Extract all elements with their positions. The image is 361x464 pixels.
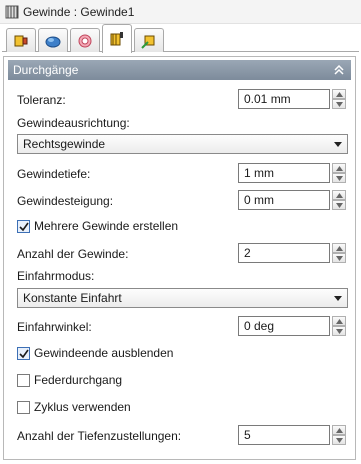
- einfahrmodus-label: Einfahrmodus:: [17, 269, 95, 283]
- tab-3[interactable]: [70, 28, 100, 52]
- spin-down-icon[interactable]: [332, 326, 346, 336]
- spin-up-icon[interactable]: [332, 243, 346, 253]
- thread-feature-icon: [14, 35, 28, 46]
- tiefe-label: Gewindetiefe:: [17, 167, 91, 181]
- toleranz-spinner[interactable]: 0.01 mm: [238, 89, 348, 109]
- spin-down-icon[interactable]: [332, 435, 346, 445]
- pink-rings-icon: [78, 34, 92, 47]
- tiefe-spinner[interactable]: 1 mm: [238, 163, 348, 183]
- federdurchgang-label: Federdurchgang: [34, 373, 123, 387]
- gewindeende-ausblenden-checkbox[interactable]: Gewindeende ausblenden: [17, 345, 173, 361]
- spin-up-icon[interactable]: [332, 316, 346, 326]
- toleranz-input[interactable]: 0.01 mm: [238, 89, 330, 109]
- blue-swirl-icon: [45, 36, 61, 47]
- properties-panel: Durchgänge Toleranz: 0.01 mm Gewindeausr…: [3, 56, 356, 460]
- zyklus-verwenden-label: Zyklus verwenden: [34, 400, 131, 414]
- spin-down-icon[interactable]: [332, 253, 346, 263]
- tab-1[interactable]: [6, 28, 36, 52]
- tiefenzustellungen-input[interactable]: 5: [238, 425, 330, 445]
- einfahrwinkel-label: Einfahrwinkel:: [17, 320, 92, 334]
- tiefenzustellungen-label: Anzahl der Tiefenzustellungen:: [17, 429, 182, 443]
- thread-yellow-icon: [110, 32, 123, 46]
- einfahrwinkel-input[interactable]: 0 deg: [238, 316, 330, 336]
- spin-down-icon[interactable]: [332, 200, 346, 210]
- zyklus-verwenden-checkbox[interactable]: Zyklus verwenden: [17, 399, 131, 415]
- section-title: Durchgänge: [13, 63, 79, 77]
- checkbox-checked-icon[interactable]: [17, 219, 30, 233]
- tab-strip: [2, 24, 359, 53]
- ausrichtung-dropdown[interactable]: Rechtsgewinde: [17, 134, 348, 154]
- steigung-input[interactable]: 0 mm: [238, 190, 330, 210]
- mehrere-gewinde-checkbox[interactable]: Mehrere Gewinde erstellen: [17, 218, 178, 234]
- title-bar: Gewinde : Gewinde1: [0, 0, 361, 24]
- chevron-down-icon: [334, 296, 342, 301]
- einfahrmodus-dropdown[interactable]: Konstante Einfahrt: [17, 288, 348, 308]
- spin-up-icon[interactable]: [332, 163, 346, 173]
- checkbox-unchecked-icon[interactable]: [17, 400, 30, 414]
- anzahl-label: Anzahl der Gewinde:: [17, 247, 129, 261]
- toleranz-label: Toleranz:: [17, 93, 66, 107]
- spin-down-icon[interactable]: [332, 173, 346, 183]
- double-chevron-up-icon[interactable]: [331, 62, 347, 78]
- anzahl-spinner[interactable]: 2: [238, 243, 348, 263]
- steigung-label: Gewindesteigung:: [17, 194, 114, 208]
- tiefenzustellungen-spinner[interactable]: 5: [238, 425, 348, 445]
- anzahl-input[interactable]: 2: [238, 243, 330, 263]
- checkbox-checked-icon[interactable]: [17, 346, 30, 360]
- checkbox-unchecked-icon[interactable]: [17, 373, 30, 387]
- thread-green-icon: [141, 35, 155, 49]
- section-header[interactable]: Durchgänge: [8, 60, 351, 80]
- spin-up-icon[interactable]: [332, 89, 346, 99]
- gewindeende-ausblenden-label: Gewindeende ausblenden: [34, 346, 174, 360]
- spin-up-icon[interactable]: [332, 190, 346, 200]
- einfahrmodus-value: Konstante Einfahrt: [23, 291, 122, 305]
- spin-up-icon[interactable]: [332, 425, 346, 435]
- tab-4[interactable]: [102, 24, 132, 53]
- thread-feature-icon: [5, 5, 19, 18]
- ausrichtung-value: Rechtsgewinde: [23, 137, 106, 151]
- einfahrwinkel-spinner[interactable]: 0 deg: [238, 316, 348, 336]
- ausrichtung-label: Gewindeausrichtung:: [17, 116, 130, 130]
- spin-down-icon[interactable]: [332, 99, 346, 109]
- federdurchgang-checkbox[interactable]: Federdurchgang: [17, 372, 122, 388]
- window-title: Gewinde : Gewinde1: [23, 4, 135, 19]
- tab-2[interactable]: [38, 28, 68, 52]
- chevron-down-icon: [334, 142, 342, 147]
- tiefe-input[interactable]: 1 mm: [238, 163, 330, 183]
- tab-5[interactable]: [134, 28, 164, 52]
- steigung-spinner[interactable]: 0 mm: [238, 190, 348, 210]
- mehrere-gewinde-label: Mehrere Gewinde erstellen: [34, 219, 179, 233]
